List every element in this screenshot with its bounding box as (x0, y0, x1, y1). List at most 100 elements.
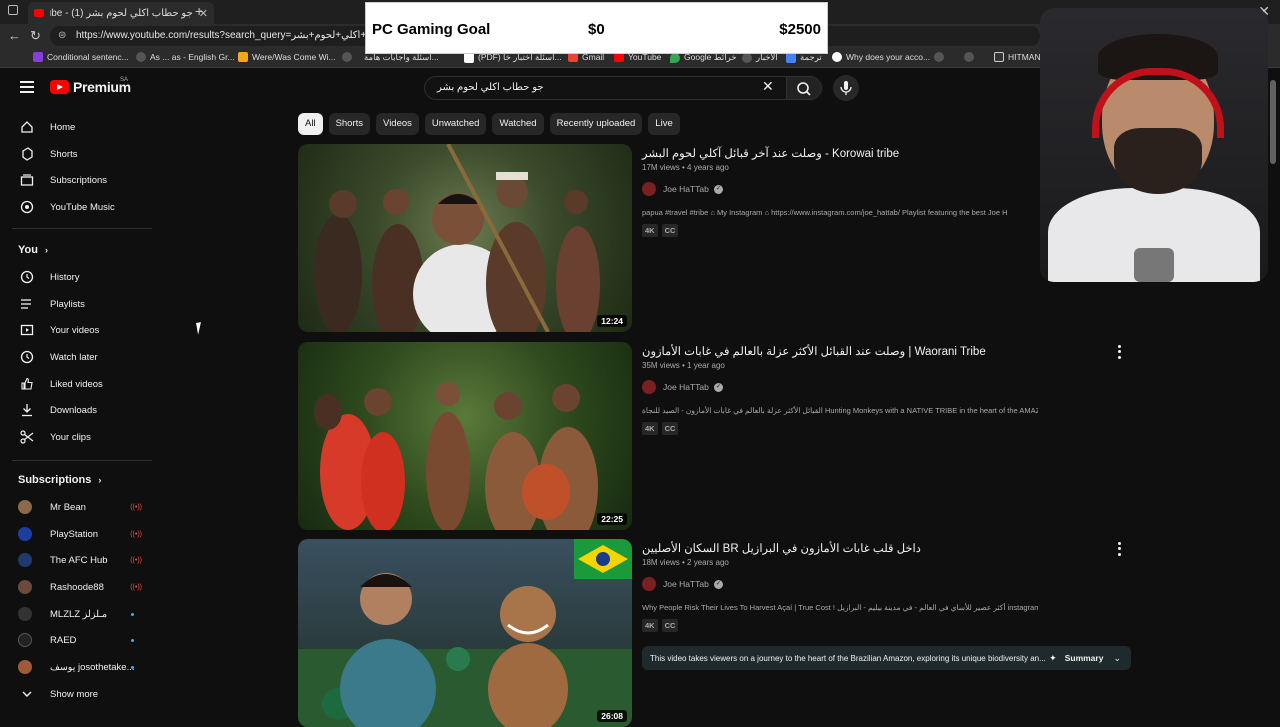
channel-link[interactable]: Joe HaTTab ✓ (642, 182, 723, 196)
summary-text: This video takes viewers on a journey to… (650, 653, 1046, 663)
bookmark-globe[interactable] (342, 52, 356, 62)
you-heading[interactable]: You › (18, 244, 48, 256)
mouse-cursor-icon (196, 321, 208, 335)
video-badges: 4K CC (642, 422, 679, 435)
subscriptions-heading[interactable]: Subscriptions › (18, 474, 101, 486)
video-thumbnail[interactable]: 22:25 (298, 342, 632, 530)
bookmark-item[interactable]: As ... as - English Gr... (136, 52, 235, 62)
more-actions-icon[interactable] (1116, 541, 1122, 557)
sidebar-item-home[interactable]: Home (12, 114, 152, 140)
channel-avatar (642, 380, 656, 394)
bookmark-icon (464, 52, 474, 63)
video-result: 12:24 وصلت عند آخر قبائل آكلي لحوم البشر… (298, 144, 1138, 332)
chip-recently-uploaded[interactable]: Recently uploaded (549, 113, 643, 135)
globe-icon (136, 52, 146, 62)
bookmark-item[interactable]: HITMAN (994, 52, 1041, 62)
channel-avatar (642, 182, 656, 196)
sparkle-icon: ✦ (1049, 652, 1057, 663)
video-meta: 17M views • 4 years ago (642, 163, 729, 172)
bookmark-globe[interactable] (964, 52, 978, 62)
sidebar-item-label: Your videos (50, 324, 100, 336)
sidebar-item-youtube-music[interactable]: YouTube Music (12, 194, 152, 220)
clear-search-icon[interactable]: ✕ (762, 78, 774, 95)
subscription-item[interactable]: يوسف josothetake... (12, 655, 142, 679)
browser-tab[interactable]: جو حطاب اكلي لحوم بشر (1) - YouTube ✕ (28, 2, 214, 24)
verified-check-icon: ✓ (713, 184, 723, 194)
bookmark-item[interactable]: Why does your acco... (832, 52, 930, 62)
reload-icon[interactable]: ↻ (30, 28, 41, 44)
sidebar-item-playlists[interactable]: Playlists (12, 291, 152, 317)
back-icon[interactable]: ← (8, 28, 21, 43)
chip-live[interactable]: Live (648, 113, 680, 135)
sidebar-item-downloads[interactable]: Downloads (12, 397, 152, 423)
chip-unwatched[interactable]: Unwatched (424, 113, 487, 135)
video-description: papua #travel #tribe ⌂ My Instagram ⌂ ht… (642, 208, 1008, 217)
subscription-item[interactable]: PlayStation ((•)) (12, 522, 142, 546)
channel-avatar (18, 660, 32, 674)
search-button[interactable] (786, 76, 822, 100)
chip-all[interactable]: All (298, 113, 323, 135)
sidebar-item-watch-later[interactable]: Watch later (12, 344, 152, 370)
video-title[interactable]: وصلت عند آخر قبائل آكلي لحوم البشر - Kor… (642, 146, 899, 160)
watch-later-icon (18, 348, 36, 366)
channel-avatar (18, 500, 32, 514)
menu-icon[interactable] (20, 81, 34, 93)
bookmark-item[interactable]: Conditional sentenc... (33, 52, 129, 62)
history-icon (18, 268, 36, 286)
chip-watched[interactable]: Watched (492, 113, 544, 135)
subscription-item[interactable]: MLZLZ مـلزلز (12, 602, 142, 626)
site-info-icon[interactable]: ⊜ (58, 26, 66, 46)
sidebar-item-label: History (50, 271, 80, 283)
scissors-icon (18, 428, 36, 446)
voice-search-button[interactable] (833, 75, 859, 101)
video-meta: 18M views • 2 years ago (642, 558, 729, 567)
donation-goal-overlay: PC Gaming Goal $0 $2500 (365, 2, 828, 54)
subscription-item[interactable]: Mr Bean ((•)) (12, 495, 142, 519)
chevron-down-icon[interactable]: ⌄ (1113, 653, 1121, 664)
bookmark-item[interactable]: Were/Was Come Wi... (238, 52, 336, 62)
mic-icon (840, 81, 852, 95)
scrollbar[interactable] (1268, 68, 1280, 720)
channel-link[interactable]: Joe HaTTab ✓ (642, 380, 723, 394)
goal-target: $2500 (779, 21, 821, 38)
new-tab-icon[interactable]: + (195, 3, 203, 19)
sidebar-item-liked-videos[interactable]: Liked videos (12, 371, 152, 397)
globe-icon (934, 52, 944, 62)
chip-shorts[interactable]: Shorts (328, 113, 371, 135)
more-actions-icon[interactable] (1116, 344, 1122, 360)
subscription-item[interactable]: RAED (12, 628, 142, 652)
tab-actions-icon[interactable] (8, 5, 18, 15)
sidebar-item-your-clips[interactable]: Your clips (12, 424, 152, 450)
sidebar-item-history[interactable]: History (12, 264, 152, 290)
region-code: SA (120, 77, 129, 83)
thumbnail-image (314, 382, 598, 530)
video-title[interactable]: السكان الأصليين BR داخل قلب غابات الأماز… (642, 541, 921, 555)
channel-link[interactable]: Joe HaTTab ✓ (642, 577, 723, 591)
show-more-button[interactable]: Show more (12, 681, 152, 707)
video-title[interactable]: وصلت عند القبائل الأكثر عزلة بالعالم في … (642, 344, 986, 358)
sidebar-item-shorts[interactable]: Shorts (12, 141, 152, 167)
search-input[interactable]: جو حطاب اكلي لحوم بشر (424, 76, 786, 100)
channel-avatar (18, 527, 32, 541)
video-thumbnail[interactable]: 26:08 (298, 539, 632, 727)
goal-title: PC Gaming Goal (372, 21, 491, 38)
summary-button[interactable]: Summary (1065, 653, 1104, 663)
scrollbar-thumb[interactable] (1270, 80, 1276, 164)
globe-icon (742, 52, 752, 63)
youtube-logo[interactable]: Premium SA (50, 77, 131, 95)
sidebar-item-your-videos[interactable]: Your videos (12, 317, 152, 343)
channel-avatar (18, 553, 32, 567)
bookmark-globe[interactable] (934, 52, 948, 62)
subscription-item[interactable]: The AFC Hub ((•)) (12, 548, 142, 572)
sidebar-item-label: Watch later (50, 351, 98, 363)
youtube-header: Premium SA جو حطاب اكلي لحوم بشر ✕ (0, 68, 1040, 108)
video-thumbnail[interactable]: 12:24 (298, 144, 632, 332)
verified-check-icon: ✓ (713, 382, 723, 392)
youtube-favicon-icon (34, 9, 44, 17)
ai-summary-bar[interactable]: This video takes viewers on a journey to… (642, 646, 1131, 670)
video-result: 26:08 السكان الأصليين BR داخل قلب غابات … (298, 539, 1138, 727)
sidebar-item-subscriptions[interactable]: Subscriptions (12, 167, 152, 193)
subscription-item[interactable]: Rashoode88 ((•)) (12, 575, 142, 599)
sidebar-item-label: Show more (50, 688, 99, 700)
chip-videos[interactable]: Videos (376, 113, 419, 135)
